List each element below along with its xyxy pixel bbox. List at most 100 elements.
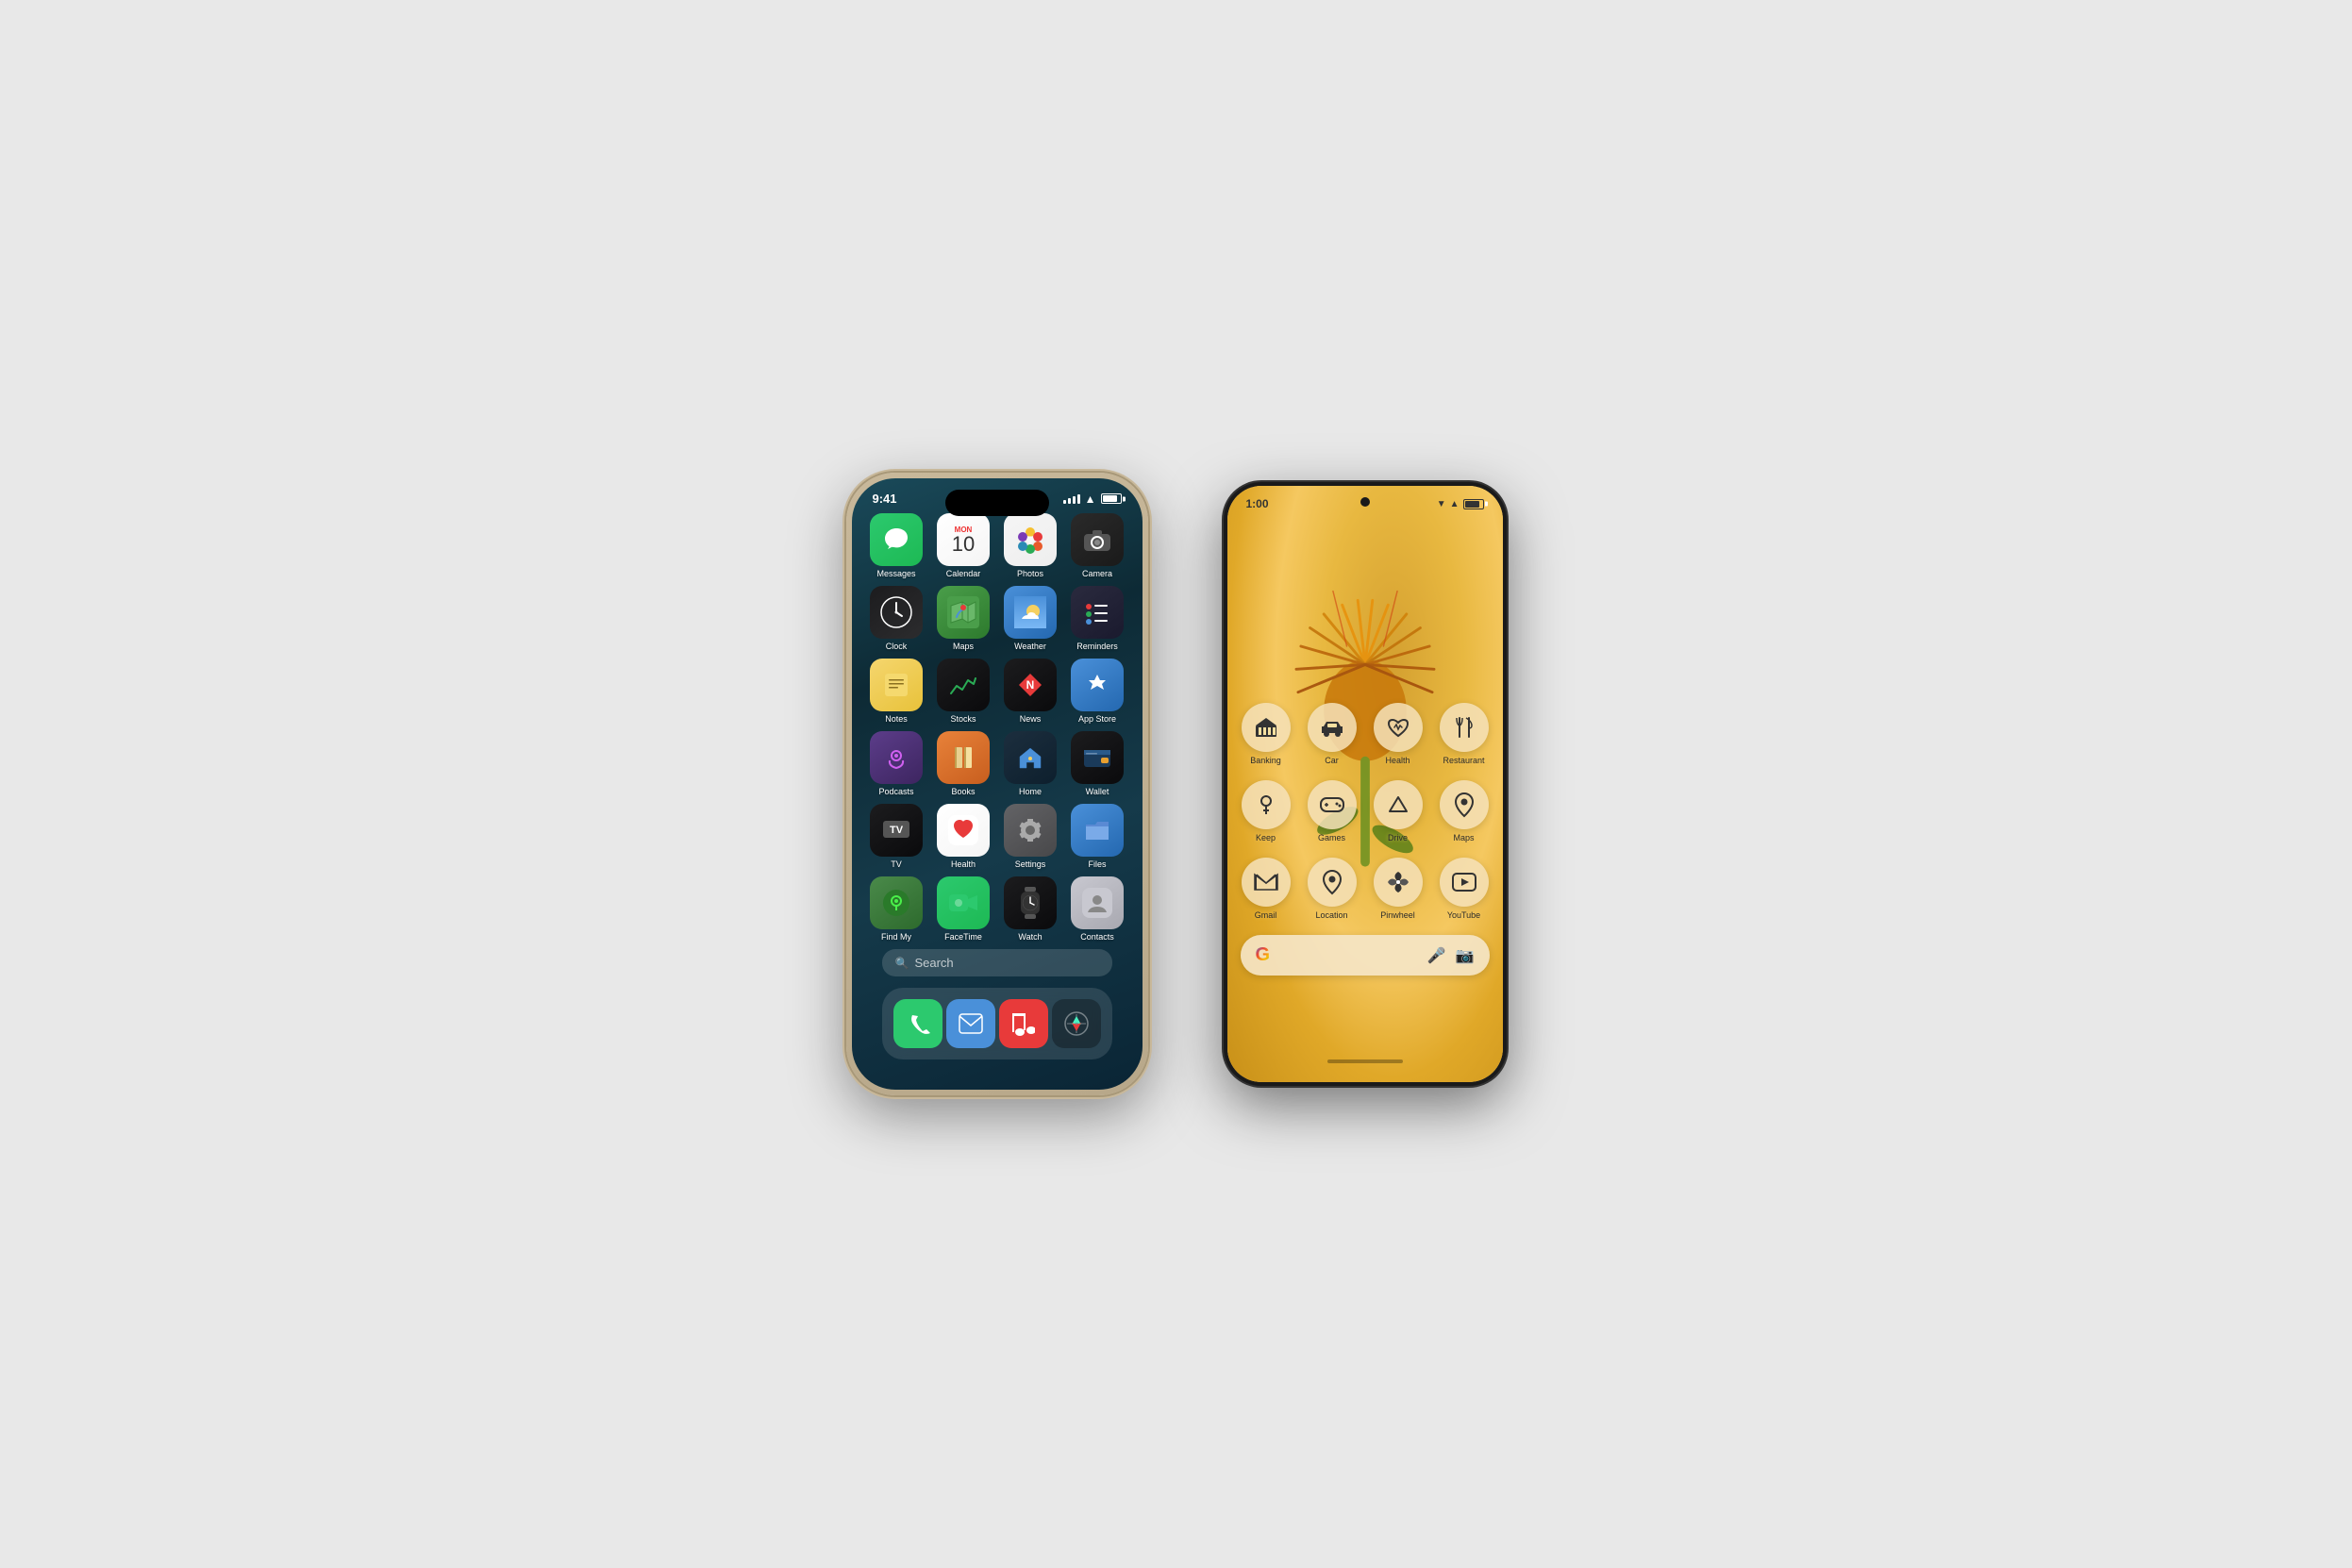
signal-icon [1063,494,1080,504]
app-books[interactable]: Books [934,731,993,796]
health-icon [1374,703,1423,752]
pixel-app-restaurant[interactable]: Restaurant [1435,703,1493,765]
files-label: Files [1088,859,1106,869]
app-settings[interactable]: Settings [1001,804,1060,869]
pixel-app-car[interactable]: Car [1303,703,1361,765]
banking-icon [1242,703,1291,752]
pixel-app-drive[interactable]: Drive [1369,780,1427,842]
calendar-day: 10 [952,534,975,555]
pinwheel-label: Pinwheel [1380,910,1415,920]
tv-label: TV [891,859,902,869]
gmail-label: Gmail [1255,910,1277,920]
pixel-app-banking[interactable]: Banking [1237,703,1295,765]
app-stocks[interactable]: Stocks [934,659,993,724]
pixel-app-youtube[interactable]: YouTube [1435,858,1493,920]
iphone-search-bar[interactable]: 🔍 Search [882,949,1112,976]
appstore-label: App Store [1078,714,1116,724]
wifi-icon: ▲ [1085,492,1096,506]
findmy-label: Find My [881,932,911,942]
settings-label: Settings [1015,859,1046,869]
camera-search-icon[interactable]: 📷 [1456,946,1475,965]
car-label: Car [1325,756,1339,765]
app-watch[interactable]: Watch [1001,876,1060,942]
app-wallet[interactable]: Wallet [1068,731,1127,796]
pixel-app-grid-row2: Keep Games Drive [1237,780,1493,842]
location-icon [1308,858,1357,907]
app-facetime[interactable]: FaceTime [934,876,993,942]
pixel-app-games[interactable]: Games [1303,780,1361,842]
pixel-app-location[interactable]: Location [1303,858,1361,920]
clock-label: Clock [886,642,908,651]
pixel-app-keep[interactable]: Keep [1237,780,1295,842]
iphone-time: 9:41 [873,492,897,506]
pixel-app-health[interactable]: Health [1369,703,1427,765]
news-icon: N [1004,659,1057,711]
pixel-app-pinwheel[interactable]: Pinwheel [1369,858,1427,920]
app-camera[interactable]: Camera [1068,513,1127,578]
messages-label: Messages [876,569,915,578]
svg-text:N: N [1026,678,1035,692]
app-maps[interactable]: Maps [934,586,993,651]
dock-safari[interactable] [1052,999,1101,1048]
app-findmy[interactable]: Find My [867,876,926,942]
tv-icon: TV [870,804,923,857]
keep-icon [1242,780,1291,829]
photos-icon [1004,513,1057,566]
podcasts-icon [870,731,923,784]
pixel-app-gmail[interactable]: Gmail [1237,858,1295,920]
findmy-icon [870,876,923,929]
app-notes[interactable]: Notes [867,659,926,724]
news-label: News [1020,714,1042,724]
youtube-icon [1440,858,1489,907]
restaurant-icon [1440,703,1489,752]
facetime-label: FaceTime [944,932,982,942]
pixel-app-grid-row1: Banking Car Health [1237,703,1493,765]
microphone-icon[interactable]: 🎤 [1427,946,1446,965]
app-podcasts[interactable]: Podcasts [867,731,926,796]
notes-label: Notes [885,714,908,724]
app-health[interactable]: Health [934,804,993,869]
app-reminders[interactable]: Reminders [1068,586,1127,651]
app-appstore[interactable]: App Store [1068,659,1127,724]
pixel-search-bar[interactable]: G 🎤 📷 [1241,935,1490,976]
books-icon [937,731,990,784]
search-bar-icons: 🎤 📷 [1427,946,1475,965]
pixel-screen: 1:00 ▼ ▲ Banking [1227,486,1503,1082]
keep-label: Keep [1256,833,1276,842]
stocks-label: Stocks [950,714,976,724]
app-home[interactable]: Home [1001,731,1060,796]
pixel-signal-icon: ▲ [1450,499,1460,509]
home-icon [1004,731,1057,784]
search-icon: 🔍 [895,957,909,970]
gmail-icon [1242,858,1291,907]
app-photos[interactable]: Photos [1001,513,1060,578]
iphone-status-icons: ▲ [1063,492,1122,506]
dock-mail[interactable] [946,999,995,1048]
reminders-label: Reminders [1076,642,1118,651]
wallet-label: Wallet [1086,787,1109,796]
iphone-dock [882,988,1112,1059]
health-label: Health [1385,756,1410,765]
contacts-label: Contacts [1080,932,1114,942]
pixel-time: 1:00 [1246,497,1269,510]
app-news[interactable]: N News [1001,659,1060,724]
pixel-wifi-icon: ▼ [1437,499,1446,509]
drive-label: Drive [1388,833,1408,842]
messages-icon [870,513,923,566]
maps-label: Maps [1453,833,1474,842]
banking-label: Banking [1250,756,1281,765]
app-contacts[interactable]: Contacts [1068,876,1127,942]
dock-music[interactable] [999,999,1048,1048]
app-messages[interactable]: Messages [867,513,926,578]
photos-label: Photos [1017,569,1043,578]
weather-label: Weather [1014,642,1046,651]
app-files[interactable]: Files [1068,804,1127,869]
pixel-app-maps[interactable]: Maps [1435,780,1493,842]
dock-phone[interactable] [893,999,942,1048]
maps-icon [937,586,990,639]
app-weather[interactable]: Weather [1001,586,1060,651]
app-tv[interactable]: TV TV [867,804,926,869]
app-calendar[interactable]: MON 10 Calendar [934,513,993,578]
weather-icon [1004,586,1057,639]
app-clock[interactable]: Clock [867,586,926,651]
